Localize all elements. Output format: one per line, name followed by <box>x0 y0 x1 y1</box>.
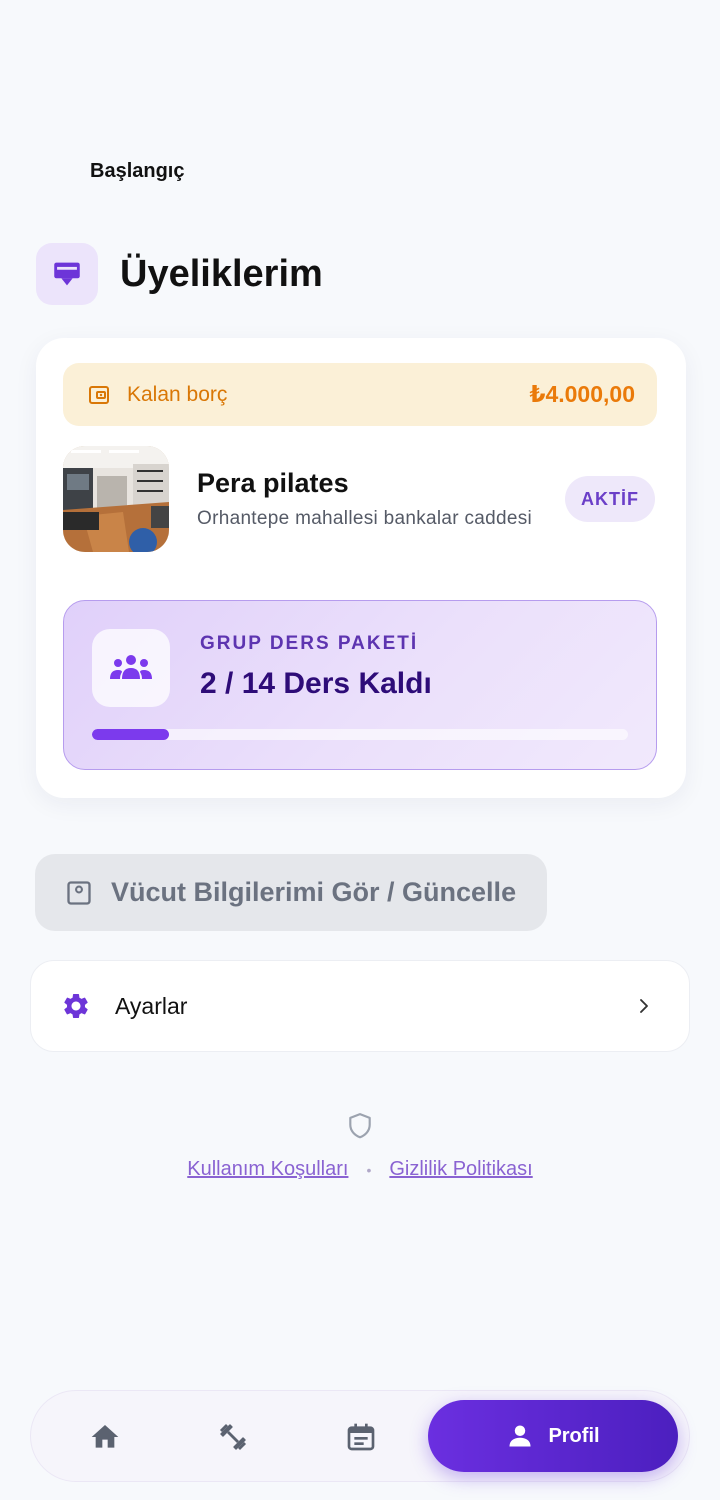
privacy-link[interactable]: Gizlilik Politikası <box>389 1158 532 1181</box>
calendar-icon <box>347 1423 375 1451</box>
wallet-icon <box>89 385 109 404</box>
nav-workout[interactable] <box>193 1391 273 1483</box>
package-progress-fill <box>92 729 169 740</box>
legal-links: Kullanım Koşulları • Gizlilik Politikası <box>0 1158 720 1181</box>
studio-row[interactable]: Pera pilates Orhantepe mahallesi bankala… <box>63 446 657 552</box>
studio-address: Orhantepe mahallesi bankalar caddesi <box>197 508 533 529</box>
membership-card-icon <box>36 243 98 305</box>
nav-profile[interactable]: Profil <box>428 1400 678 1472</box>
body-info-label: Vücut Bilgilerimi Gör / Güncelle <box>111 877 517 907</box>
status-badge: AKTİF <box>565 476 655 522</box>
debt-amount: ₺4.000,00 <box>529 381 635 407</box>
studio-photo <box>63 446 169 552</box>
chevron-right-icon <box>635 997 653 1015</box>
body-info-button[interactable]: Vücut Bilgilerimi Gör / Güncelle <box>35 854 547 931</box>
dumbbell-icon <box>219 1423 247 1451</box>
terms-link[interactable]: Kullanım Koşulları <box>187 1158 348 1181</box>
package-progress-track <box>92 729 628 740</box>
package-box: GRUP DERS PAKETİ 2 / 14 Ders Kaldı <box>63 600 657 770</box>
separator-dot: • <box>366 1161 372 1178</box>
debt-label: Kalan borç <box>127 382 228 406</box>
settings-row[interactable]: Ayarlar <box>30 960 690 1052</box>
membership-card[interactable]: Kalan borç ₺4.000,00 Pera pilates Orhant… <box>36 338 686 798</box>
shield-icon <box>347 1112 373 1145</box>
person-icon <box>509 1425 531 1447</box>
bottom-nav: Profil <box>30 1390 690 1482</box>
gear-icon <box>64 994 88 1018</box>
studio-name: Pera pilates <box>197 468 349 498</box>
nav-home[interactable] <box>65 1391 145 1483</box>
scale-icon <box>67 880 91 905</box>
home-icon <box>91 1425 119 1448</box>
nav-profile-label: Profil <box>548 1424 600 1447</box>
page-header: Üyeliklerim <box>36 243 323 305</box>
page-title: Üyeliklerim <box>120 252 323 295</box>
package-label: GRUP DERS PAKETİ <box>200 633 419 654</box>
group-icon <box>92 629 170 707</box>
settings-label: Ayarlar <box>115 992 188 1019</box>
remaining-debt-bar: Kalan borç ₺4.000,00 <box>63 363 657 426</box>
nav-calendar[interactable] <box>321 1391 401 1483</box>
package-remaining: 2 / 14 Ders Kaldı <box>200 667 432 700</box>
back-link[interactable]: Başlangıç <box>90 160 184 183</box>
